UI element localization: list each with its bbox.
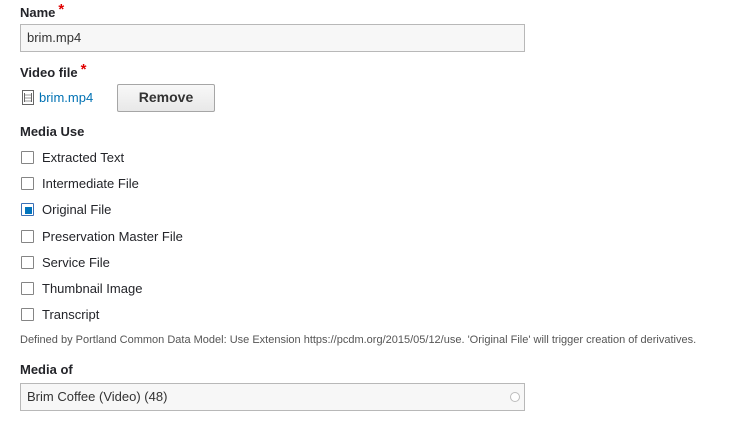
media-of-input[interactable]: Brim Coffee (Video) (48) [20, 383, 525, 411]
checkbox-thumbnail-image[interactable] [21, 282, 34, 295]
remove-button[interactable]: Remove [117, 84, 215, 112]
required-marker: * [58, 1, 65, 18]
checkbox-label: Extracted Text [42, 150, 125, 165]
file-document-icon [22, 90, 34, 105]
checkbox-transcript[interactable] [21, 308, 34, 321]
checkbox-label: Transcript [42, 307, 100, 322]
media-use-description: Defined by Portland Common Data Model: U… [20, 334, 697, 346]
name-field-label: Name * [20, 1, 65, 21]
checkbox-label: Intermediate File [42, 176, 139, 191]
checkbox-preservation-master-file[interactable] [21, 230, 34, 243]
video-file-label: Video file * [20, 61, 87, 81]
name-input[interactable]: brim.mp4 [20, 24, 525, 52]
name-input-value: brim.mp4 [27, 30, 82, 45]
video-file-label-text: Video file [20, 65, 78, 80]
media-of-input-value: Brim Coffee (Video) (48) [27, 389, 168, 404]
required-marker: * [80, 61, 87, 78]
autocomplete-throbber-icon [510, 392, 520, 402]
media-use-label: Media Use [20, 124, 85, 139]
checkbox-label: Service File [42, 255, 110, 270]
checkbox-label: Preservation Master File [42, 229, 183, 244]
media-of-label: Media of [20, 362, 73, 377]
checkbox-service-file[interactable] [21, 256, 34, 269]
checkbox-label: Original File [42, 202, 112, 217]
checkbox-intermediate-file[interactable] [21, 177, 34, 190]
checkbox-original-file[interactable] [21, 203, 34, 216]
checkbox-extracted-text[interactable] [21, 151, 34, 164]
video-file-link[interactable]: brim.mp4 [39, 90, 93, 105]
name-label-text: Name [20, 5, 56, 20]
checkbox-label: Thumbnail Image [42, 281, 143, 296]
